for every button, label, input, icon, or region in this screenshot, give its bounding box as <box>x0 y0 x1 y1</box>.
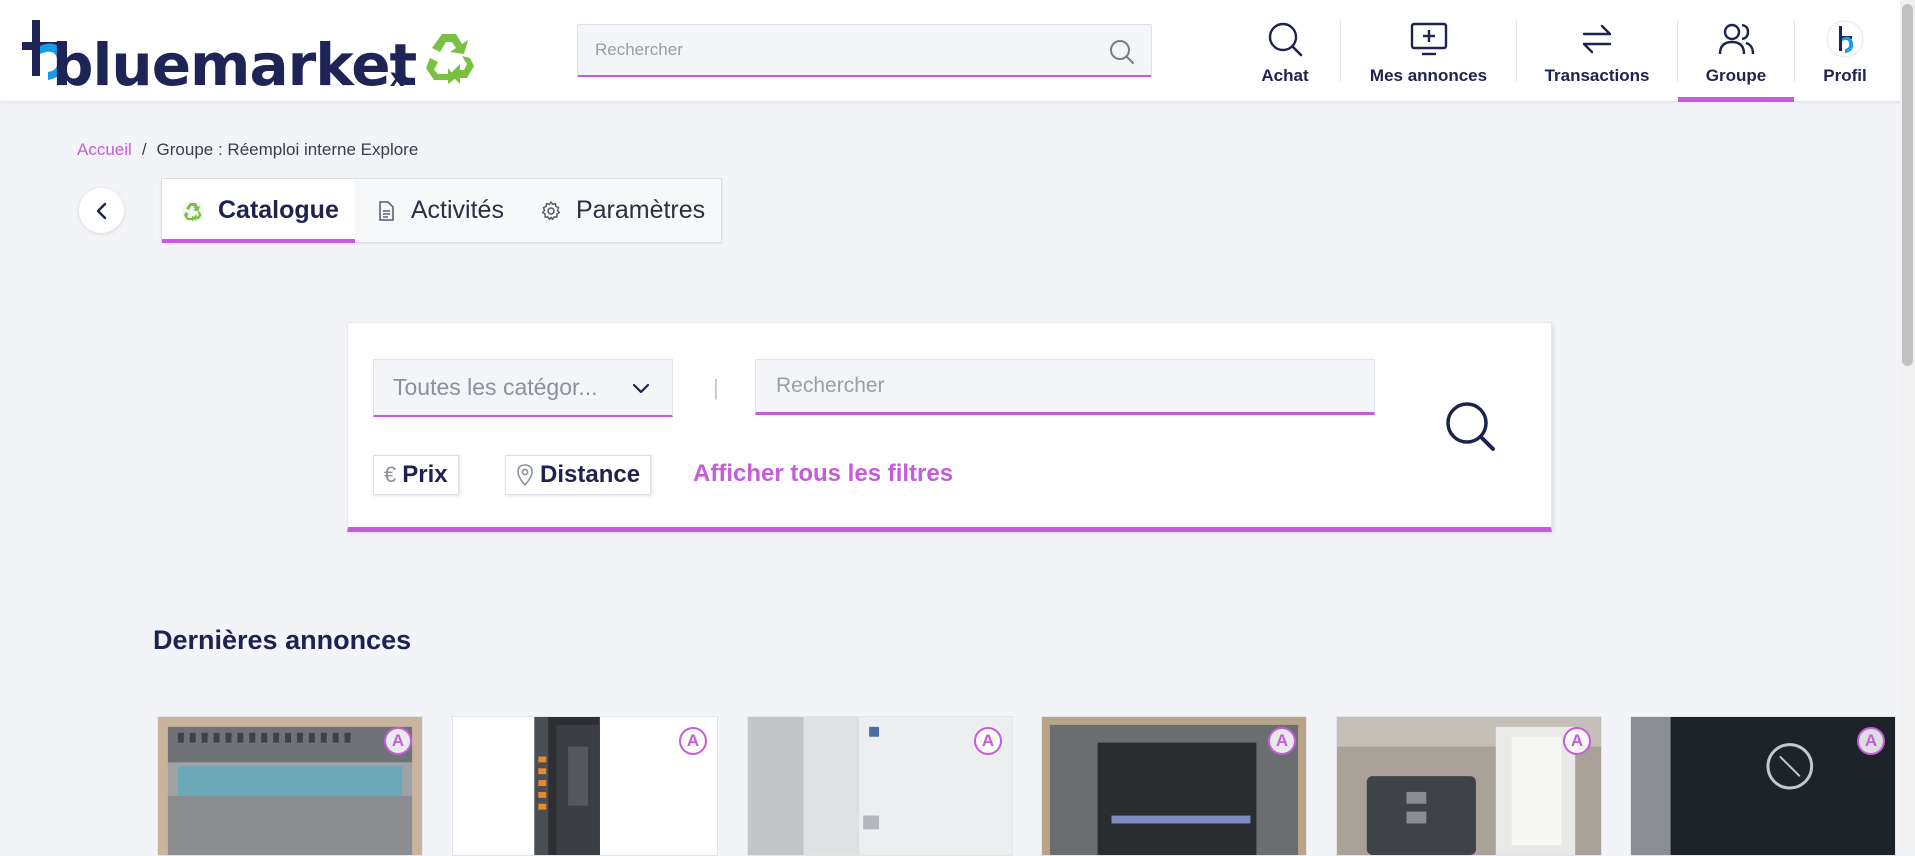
nav-groupe[interactable]: Groupe <box>1678 0 1794 102</box>
gear-icon <box>541 200 561 220</box>
document-icon <box>379 200 394 221</box>
page-scrollbar[interactable] <box>1900 0 1915 849</box>
top-header: bluemarket x Achat <box>0 0 1915 102</box>
nav-label: Mes annonces <box>1369 66 1488 85</box>
nav-transactions[interactable]: Transactions <box>1517 0 1677 102</box>
recycle-icon <box>426 34 474 84</box>
seller-badge-icon: A <box>1563 727 1591 755</box>
header-search <box>577 24 1152 77</box>
breadcrumb: Accueil / Groupe : Réemploi interne Expl… <box>77 140 418 160</box>
filter-chip-distance[interactable]: Distance <box>505 455 652 495</box>
location-pin-icon <box>517 464 533 486</box>
nav-profil[interactable]: Profil <box>1795 0 1895 102</box>
seller-badge-icon: A <box>1857 727 1885 755</box>
nav-label: Groupe <box>1705 66 1767 85</box>
tab-parametres[interactable]: Paramètres <box>520 179 721 242</box>
schneider-electric-module-image <box>748 717 1012 855</box>
breadcrumb-home[interactable]: Accueil <box>77 140 132 160</box>
nav-achat[interactable]: Achat <box>1230 0 1340 102</box>
fuse-1a-image <box>1631 717 1895 855</box>
siemens-sinamics-drive-image <box>453 717 717 855</box>
chip-label: Prix <box>402 461 448 488</box>
nav-label: Profil <box>1823 66 1867 85</box>
seller-badge-icon: A <box>1268 727 1296 755</box>
breadcrumb-separator: / <box>141 140 147 159</box>
tab-label: Catalogue <box>218 196 339 224</box>
back-button[interactable] <box>79 188 124 233</box>
ad-card[interactable]: A <box>747 716 1013 856</box>
profibus-adapter-image <box>1337 717 1601 855</box>
add-listing-icon <box>1410 22 1447 56</box>
header-search-input[interactable] <box>578 25 1151 75</box>
tab-label: Paramètres <box>575 196 706 224</box>
brand-name: bluemarket <box>52 31 417 99</box>
ad-card[interactable]: A <box>1630 716 1896 856</box>
chevron-down-icon <box>632 383 650 394</box>
ad-card[interactable]: A <box>1336 716 1602 856</box>
main-nav: Achat Mes annonces Transactions Groupe P… <box>1230 0 1895 102</box>
category-select-value: Toutes les catégor... <box>393 374 598 400</box>
hmi-touch-panel-image <box>1042 717 1306 855</box>
tab-catalogue[interactable]: Catalogue <box>162 179 355 243</box>
filter-chip-prix[interactable]: € Prix <box>373 455 459 495</box>
catalogue-search <box>755 359 1375 415</box>
industrial-io-module-image <box>158 717 422 855</box>
group-tabs: Catalogue Activités Paramètres <box>161 178 723 243</box>
catalogue-search-card: Toutes les catégor... | € Prix Distance … <box>347 322 1552 532</box>
chip-label: Distance <box>540 461 641 488</box>
category-select[interactable]: Toutes les catégor... <box>373 359 673 417</box>
field-separator: | <box>713 375 719 400</box>
ad-card[interactable]: A <box>1041 716 1307 856</box>
users-icon <box>1718 23 1755 55</box>
catalogue-search-input[interactable] <box>756 360 1374 412</box>
euro-icon: € <box>384 462 397 487</box>
seller-badge-icon: A <box>384 727 412 755</box>
tab-activites[interactable]: Activités <box>355 179 520 242</box>
recycle-icon <box>182 200 204 221</box>
brand-suffix: x <box>390 62 405 92</box>
nav-mes-annonces[interactable]: Mes annonces <box>1341 0 1516 102</box>
chevron-left-icon <box>96 202 106 219</box>
seller-badge-icon: A <box>974 727 1002 755</box>
swap-arrows-icon <box>1582 24 1612 54</box>
tab-label: Activités <box>410 196 504 224</box>
seller-badge-icon: A <box>679 727 707 755</box>
search-icon[interactable] <box>1109 39 1135 65</box>
ad-card[interactable]: A <box>157 716 423 856</box>
nav-label: Achat <box>1261 66 1309 85</box>
brand-logo[interactable]: bluemarket x <box>18 16 488 94</box>
avatar-logo-icon <box>1826 20 1864 58</box>
scrollbar-thumb[interactable] <box>1902 4 1913 366</box>
latest-ads-title: Dernières annonces <box>153 625 412 655</box>
ad-card[interactable]: A <box>452 716 718 856</box>
nav-label: Transactions <box>1544 66 1650 85</box>
breadcrumb-current: Groupe : Réemploi interne Explore <box>156 140 419 159</box>
show-all-filters-link[interactable]: Afficher tous les filtres <box>693 460 953 488</box>
search-icon <box>1268 22 1303 57</box>
search-submit-icon[interactable] <box>1443 399 1497 453</box>
